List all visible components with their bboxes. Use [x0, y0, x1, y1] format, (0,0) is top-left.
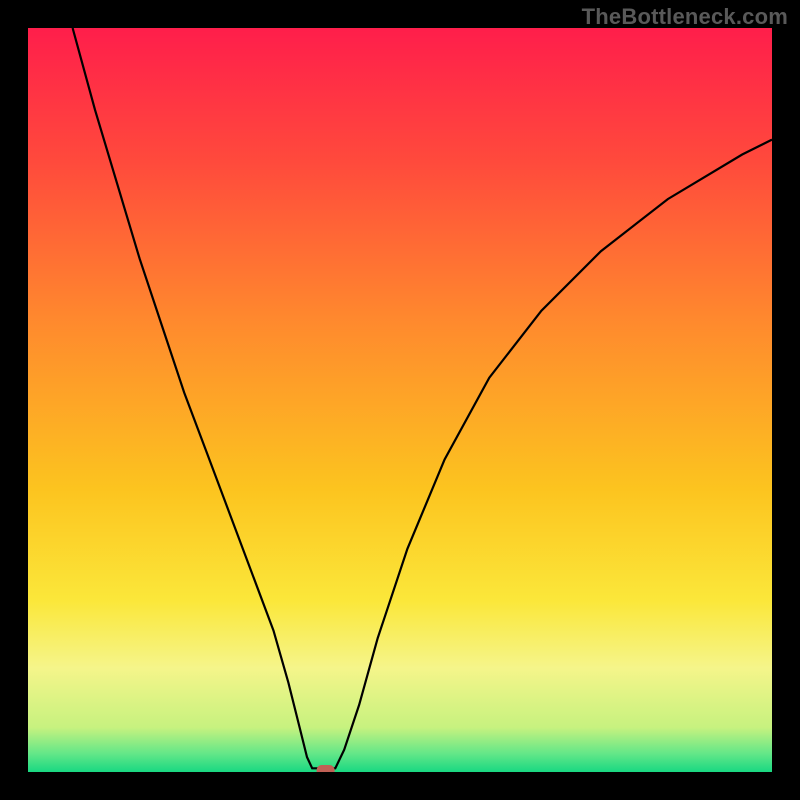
plot-area — [28, 28, 772, 772]
watermark-text: TheBottleneck.com — [582, 4, 788, 30]
gradient-background — [28, 28, 772, 772]
chart-frame: TheBottleneck.com — [0, 0, 800, 800]
chart-svg — [28, 28, 772, 772]
optimal-marker — [317, 765, 335, 772]
